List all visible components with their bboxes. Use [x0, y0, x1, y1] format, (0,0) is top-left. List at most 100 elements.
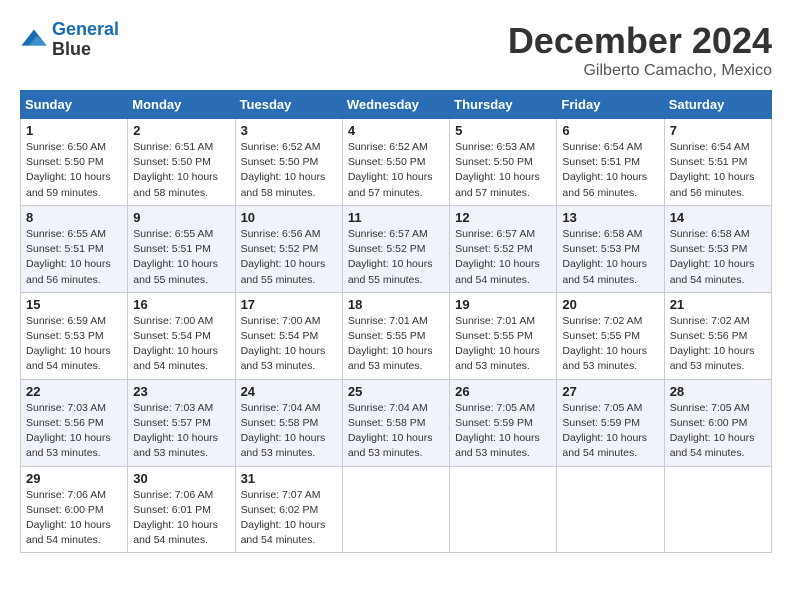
day-number: 24 [241, 384, 337, 399]
day-info: Sunrise: 6:56 AMSunset: 5:52 PMDaylight:… [241, 227, 337, 288]
calendar-week-row: 1 Sunrise: 6:50 AMSunset: 5:50 PMDaylight… [21, 119, 772, 206]
calendar-cell: 11 Sunrise: 6:57 AMSunset: 5:52 PMDayligh… [342, 205, 449, 292]
day-number: 14 [670, 210, 766, 225]
day-info: Sunrise: 7:03 AMSunset: 5:57 PMDaylight:… [133, 401, 229, 462]
calendar-day-header: Monday [128, 91, 235, 119]
calendar-cell [450, 466, 557, 553]
day-info: Sunrise: 7:01 AMSunset: 5:55 PMDaylight:… [455, 314, 551, 375]
calendar-cell: 30Sunrise: 7:06 AMSunset: 6:01 PMDayligh… [128, 466, 235, 553]
day-info: Sunrise: 7:05 AMSunset: 5:59 PMDaylight:… [562, 401, 658, 462]
day-info: Sunrise: 6:51 AMSunset: 5:50 PMDaylight:… [133, 140, 229, 201]
day-info: Sunrise: 6:55 AMSunset: 5:51 PMDaylight:… [26, 227, 122, 288]
calendar-cell: 26 Sunrise: 7:05 AMSunset: 5:59 PMDayligh… [450, 379, 557, 466]
day-number: 8 [26, 210, 122, 225]
month-title: December 2024 [508, 20, 772, 62]
day-info: Sunrise: 7:03 AMSunset: 5:56 PMDaylight:… [26, 401, 122, 462]
calendar-cell: 5Sunrise: 6:53 AMSunset: 5:50 PMDaylight… [450, 119, 557, 206]
calendar-cell: 4 Sunrise: 6:52 AMSunset: 5:50 PMDaylight… [342, 119, 449, 206]
calendar-day-header: Tuesday [235, 91, 342, 119]
day-info: Sunrise: 7:02 AMSunset: 5:55 PMDaylight:… [562, 314, 658, 375]
calendar-cell: 14 Sunrise: 6:58 AMSunset: 5:53 PMDayligh… [664, 205, 771, 292]
calendar-day-header: Saturday [664, 91, 771, 119]
subtitle: Gilberto Camacho, Mexico [508, 62, 772, 80]
logo-icon [20, 26, 48, 54]
day-number: 26 [455, 384, 551, 399]
day-info: Sunrise: 7:00 AMSunset: 5:54 PMDaylight:… [133, 314, 229, 375]
day-number: 27 [562, 384, 658, 399]
calendar-week-row: 29 Sunrise: 7:06 AMSunset: 6:00 PMDayligh… [21, 466, 772, 553]
calendar-week-row: 15 Sunrise: 6:59 AMSunset: 5:53 PMDayligh… [21, 292, 772, 379]
calendar-cell [342, 466, 449, 553]
calendar-cell: 16 Sunrise: 7:00 AMSunset: 5:54 PMDayligh… [128, 292, 235, 379]
day-info: Sunrise: 6:58 AMSunset: 5:53 PMDaylight:… [562, 227, 658, 288]
calendar-day-header: Friday [557, 91, 664, 119]
logo: General Blue [20, 20, 119, 60]
day-info: Sunrise: 6:57 AMSunset: 5:52 PMDaylight:… [348, 227, 444, 288]
calendar-cell: 15 Sunrise: 6:59 AMSunset: 5:53 PMDayligh… [21, 292, 128, 379]
logo-text: General Blue [52, 20, 119, 60]
calendar-cell: 17Sunrise: 7:00 AMSunset: 5:54 PMDayligh… [235, 292, 342, 379]
day-number: 11 [348, 210, 444, 225]
day-info: Sunrise: 7:07 AMSunset: 6:02 PMDaylight:… [241, 488, 337, 549]
day-info: Sunrise: 6:55 AMSunset: 5:51 PMDaylight:… [133, 227, 229, 288]
day-info: Sunrise: 6:58 AMSunset: 5:53 PMDaylight:… [670, 227, 766, 288]
calendar-cell: 8 Sunrise: 6:55 AMSunset: 5:51 PMDaylight… [21, 205, 128, 292]
calendar-cell: 3Sunrise: 6:52 AMSunset: 5:50 PMDaylight… [235, 119, 342, 206]
calendar-cell: 20 Sunrise: 7:02 AMSunset: 5:55 PMDayligh… [557, 292, 664, 379]
calendar-cell: 22 Sunrise: 7:03 AMSunset: 5:56 PMDayligh… [21, 379, 128, 466]
day-number: 12 [455, 210, 551, 225]
day-info: Sunrise: 7:02 AMSunset: 5:56 PMDaylight:… [670, 314, 766, 375]
day-info: Sunrise: 6:52 AMSunset: 5:50 PMDaylight:… [348, 140, 444, 201]
day-info: Sunrise: 6:50 AMSunset: 5:50 PMDaylight:… [26, 140, 122, 201]
day-number: 1 [26, 123, 122, 138]
day-number: 23 [133, 384, 229, 399]
calendar-week-row: 22 Sunrise: 7:03 AMSunset: 5:56 PMDayligh… [21, 379, 772, 466]
day-info: Sunrise: 6:54 AMSunset: 5:51 PMDaylight:… [670, 140, 766, 201]
calendar-day-header: Wednesday [342, 91, 449, 119]
day-number: 30 [133, 471, 229, 486]
calendar-cell: 12 Sunrise: 6:57 AMSunset: 5:52 PMDayligh… [450, 205, 557, 292]
calendar-day-header: Thursday [450, 91, 557, 119]
day-info: Sunrise: 7:06 AMSunset: 6:00 PMDaylight:… [26, 488, 122, 549]
day-number: 13 [562, 210, 658, 225]
calendar-cell: 2Sunrise: 6:51 AMSunset: 5:50 PMDaylight… [128, 119, 235, 206]
day-number: 29 [26, 471, 122, 486]
calendar-cell [557, 466, 664, 553]
calendar-cell: 29 Sunrise: 7:06 AMSunset: 6:00 PMDayligh… [21, 466, 128, 553]
calendar-cell: 21 Sunrise: 7:02 AMSunset: 5:56 PMDayligh… [664, 292, 771, 379]
calendar-cell [664, 466, 771, 553]
day-number: 28 [670, 384, 766, 399]
day-number: 16 [133, 297, 229, 312]
calendar-cell: 24 Sunrise: 7:04 AMSunset: 5:58 PMDayligh… [235, 379, 342, 466]
day-info: Sunrise: 7:00 AMSunset: 5:54 PMDaylight:… [241, 314, 337, 375]
calendar-cell: 10Sunrise: 6:56 AMSunset: 5:52 PMDayligh… [235, 205, 342, 292]
day-info: Sunrise: 7:04 AMSunset: 5:58 PMDaylight:… [241, 401, 337, 462]
day-number: 15 [26, 297, 122, 312]
calendar-week-row: 8 Sunrise: 6:55 AMSunset: 5:51 PMDaylight… [21, 205, 772, 292]
day-info: Sunrise: 6:57 AMSunset: 5:52 PMDaylight:… [455, 227, 551, 288]
day-number: 22 [26, 384, 122, 399]
calendar-cell: 9Sunrise: 6:55 AMSunset: 5:51 PMDaylight… [128, 205, 235, 292]
day-number: 20 [562, 297, 658, 312]
calendar-cell: 13 Sunrise: 6:58 AMSunset: 5:53 PMDayligh… [557, 205, 664, 292]
calendar-cell: 18 Sunrise: 7:01 AMSunset: 5:55 PMDayligh… [342, 292, 449, 379]
calendar-header-row: SundayMondayTuesdayWednesdayThursdayFrid… [21, 91, 772, 119]
calendar-cell: 19 Sunrise: 7:01 AMSunset: 5:55 PMDayligh… [450, 292, 557, 379]
calendar-cell: 23 Sunrise: 7:03 AMSunset: 5:57 PMDayligh… [128, 379, 235, 466]
day-info: Sunrise: 7:05 AMSunset: 5:59 PMDaylight:… [455, 401, 551, 462]
day-info: Sunrise: 7:05 AMSunset: 6:00 PMDaylight:… [670, 401, 766, 462]
day-info: Sunrise: 6:53 AMSunset: 5:50 PMDaylight:… [455, 140, 551, 201]
calendar-day-header: Sunday [21, 91, 128, 119]
calendar-cell: 25Sunrise: 7:04 AMSunset: 5:58 PMDayligh… [342, 379, 449, 466]
day-info: Sunrise: 6:59 AMSunset: 5:53 PMDaylight:… [26, 314, 122, 375]
day-number: 4 [348, 123, 444, 138]
title-area: December 2024 Gilberto Camacho, Mexico [508, 20, 772, 80]
day-info: Sunrise: 7:01 AMSunset: 5:55 PMDaylight:… [348, 314, 444, 375]
day-number: 18 [348, 297, 444, 312]
calendar-table: SundayMondayTuesdayWednesdayThursdayFrid… [20, 90, 772, 553]
day-info: Sunrise: 6:54 AMSunset: 5:51 PMDaylight:… [562, 140, 658, 201]
calendar-cell: 31Sunrise: 7:07 AMSunset: 6:02 PMDayligh… [235, 466, 342, 553]
day-number: 19 [455, 297, 551, 312]
day-number: 21 [670, 297, 766, 312]
calendar-cell: 27 Sunrise: 7:05 AMSunset: 5:59 PMDayligh… [557, 379, 664, 466]
